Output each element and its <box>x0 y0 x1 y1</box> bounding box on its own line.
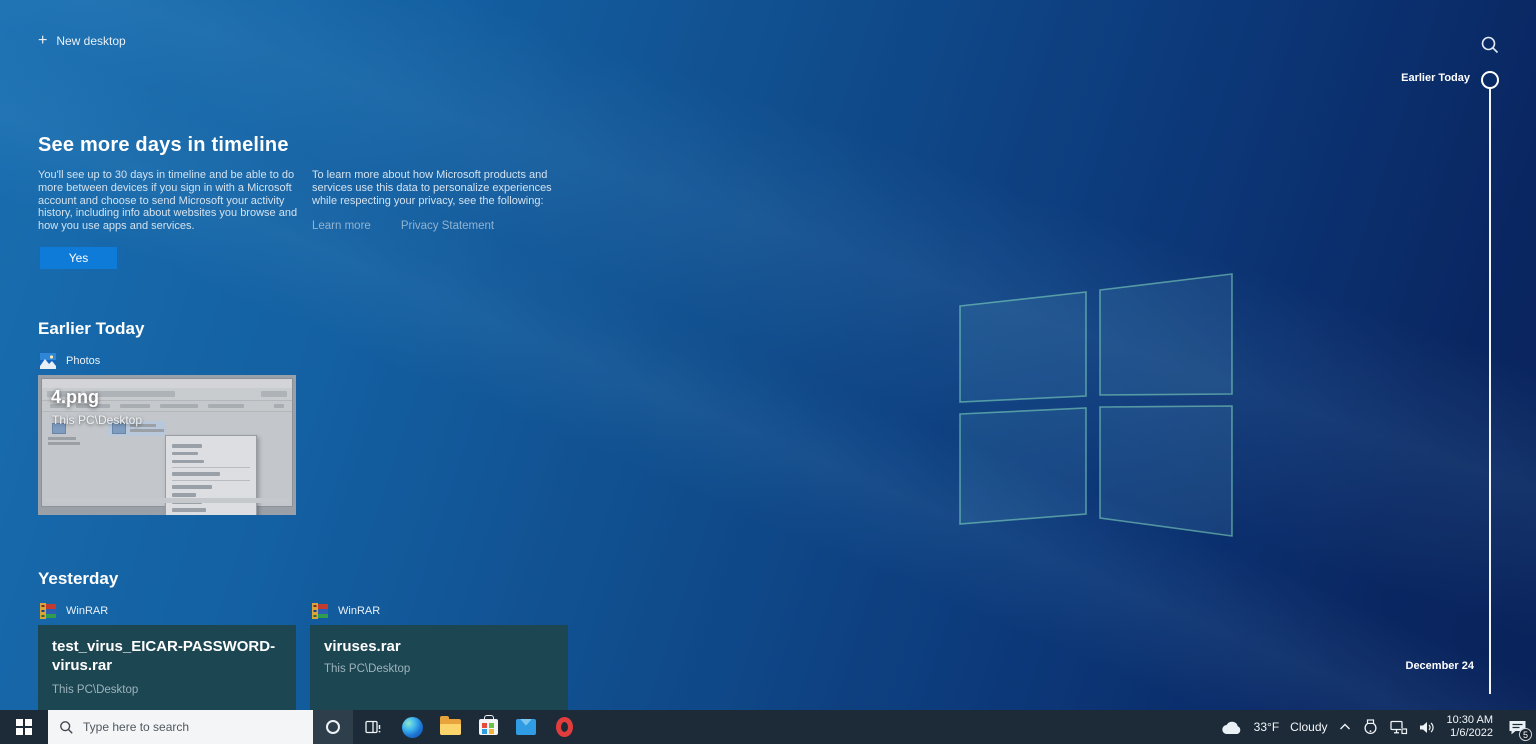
action-center-button[interactable]: 5 <box>1504 714 1532 741</box>
activity-app-name: WinRAR <box>66 605 109 617</box>
microsoft-store-taskbar-button[interactable] <box>469 710 507 744</box>
privacy-statement-link[interactable]: Privacy Statement <box>401 220 494 232</box>
promo-left-paragraph: You'll see up to 30 days in timeline and… <box>38 169 298 233</box>
new-desktop-label: New desktop <box>56 34 126 48</box>
activity-title: test_virus_EICAR-PASSWORD-virus.rar <box>52 638 276 674</box>
activity-location: This PC\Desktop <box>52 684 139 696</box>
mail-icon <box>516 719 536 735</box>
clock-date: 1/6/2022 <box>1450 727 1493 739</box>
learn-more-link[interactable]: Learn more <box>312 220 371 232</box>
microsoft-store-icon <box>478 715 498 735</box>
edge-taskbar-button[interactable] <box>393 710 431 744</box>
windows-start-icon <box>16 719 32 735</box>
winrar-app-icon <box>312 603 328 619</box>
windows-update-status-icon[interactable] <box>1362 718 1379 736</box>
mail-taskbar-button[interactable] <box>507 710 545 744</box>
timeline-search-icon[interactable] <box>1479 34 1501 56</box>
scrubber-label-top: Earlier Today <box>1401 72 1470 84</box>
activity-location: This PC\Desktop <box>324 663 411 675</box>
weather-temperature[interactable]: 33°F <box>1254 720 1279 734</box>
weather-cloud-icon[interactable] <box>1221 720 1243 735</box>
section-heading-yesterday: Yesterday <box>38 569 119 588</box>
taskbar-search-box[interactable] <box>48 710 313 744</box>
start-button[interactable] <box>0 710 48 744</box>
activity-card-photos[interactable]: 4.png This PC\Desktop <box>38 375 296 515</box>
taskbar-clock[interactable]: 10:30 AM 1/6/2022 <box>1447 714 1493 740</box>
weather-condition[interactable]: Cloudy <box>1290 720 1327 734</box>
opera-taskbar-button[interactable] <box>545 710 583 744</box>
timeline-scrubber-track[interactable] <box>1489 88 1491 694</box>
new-desktop-button[interactable]: + New desktop <box>38 32 126 49</box>
section-heading-earlier-today: Earlier Today <box>38 319 145 338</box>
cortana-icon <box>326 720 340 734</box>
clock-time: 10:30 AM <box>1446 714 1493 726</box>
volume-icon[interactable] <box>1419 720 1436 735</box>
photos-app-icon <box>40 353 56 369</box>
activity-app-name: Photos <box>66 355 101 367</box>
plus-icon: + <box>38 32 48 49</box>
promo-heading: See more days in timeline <box>38 134 289 156</box>
winrar-app-icon <box>40 603 56 619</box>
tray-overflow-chevron-icon[interactable] <box>1339 723 1351 731</box>
task-view-layer: + New desktop See more days in timeline … <box>0 0 1536 710</box>
search-icon <box>60 720 73 734</box>
activity-location: This PC\Desktop <box>52 413 143 427</box>
activity-title: 4.png <box>51 387 99 407</box>
task-view-button[interactable] <box>353 710 393 744</box>
search-input[interactable] <box>83 720 283 734</box>
cortana-button[interactable] <box>313 710 353 744</box>
promo-right-paragraph: To learn more about how Microsoft produc… <box>312 169 552 207</box>
activity-app-name: WinRAR <box>338 605 381 617</box>
timeline-scrubber-handle[interactable] <box>1481 71 1499 89</box>
taskbar-empty-area <box>583 710 1221 744</box>
activity-card-winrar-1[interactable]: test_virus_EICAR-PASSWORD-virus.rar This… <box>38 625 296 710</box>
file-explorer-taskbar-button[interactable] <box>431 710 469 744</box>
yes-button[interactable]: Yes <box>40 247 117 269</box>
opera-icon <box>555 717 573 737</box>
edge-icon <box>401 716 423 738</box>
activity-card-winrar-2[interactable]: viruses.rar This PC\Desktop <box>310 625 568 710</box>
activity-title: viruses.rar <box>324 638 401 655</box>
scrubber-label-bottom: December 24 <box>1405 660 1475 672</box>
network-icon[interactable] <box>1389 720 1408 735</box>
file-explorer-icon <box>439 716 461 735</box>
context-menu-thumbnail <box>165 435 257 515</box>
notification-count-badge: 5 <box>1519 728 1532 741</box>
task-view-icon <box>364 720 380 733</box>
system-tray: 33°F Cloudy 10:30 AM 1/6/2022 5 <box>1221 710 1536 744</box>
taskbar: 33°F Cloudy <box>0 710 1536 744</box>
